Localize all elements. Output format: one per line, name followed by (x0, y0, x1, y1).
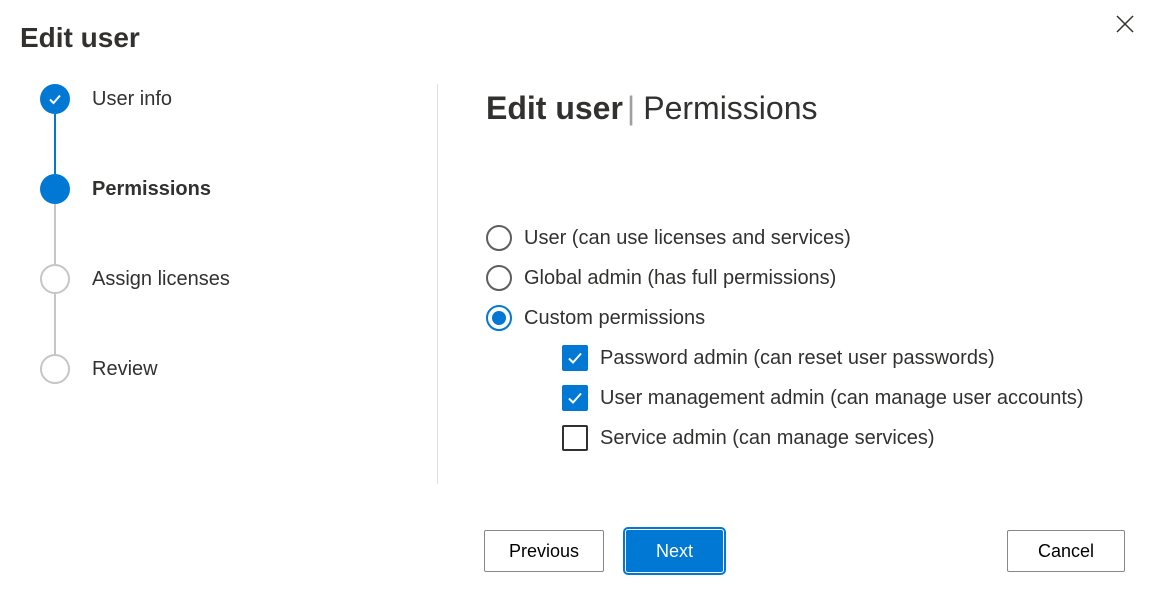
step-review[interactable]: Review (40, 354, 437, 384)
heading-prefix: Edit user (486, 90, 623, 126)
radio-icon (486, 225, 512, 251)
radio-label: Global admin (has full permissions) (524, 267, 836, 290)
checkbox-password-admin[interactable]: Password admin (can reset user passwords… (562, 345, 1125, 371)
heading-section: Permissions (643, 90, 817, 126)
cancel-button[interactable]: Cancel (1007, 530, 1125, 572)
checkmark-icon (47, 91, 63, 107)
radio-icon (486, 305, 512, 331)
step-label: User info (92, 88, 172, 111)
step-pending-icon (40, 354, 70, 384)
checkbox-icon (562, 345, 588, 371)
radio-label: User (can use licenses and services) (524, 227, 851, 250)
checkbox-icon (562, 385, 588, 411)
step-connector (54, 114, 56, 174)
checkbox-user-management-admin[interactable]: User management admin (can manage user a… (562, 385, 1125, 411)
radio-global-admin[interactable]: Global admin (has full permissions) (486, 265, 1125, 291)
radio-icon (486, 265, 512, 291)
previous-button[interactable]: Previous (484, 530, 604, 572)
radio-custom-permissions[interactable]: Custom permissions (486, 305, 1125, 331)
checkbox-label: Password admin (can reset user passwords… (600, 347, 995, 370)
dialog-footer: Previous Next Cancel (484, 530, 1125, 572)
step-connector (54, 294, 56, 354)
page-heading: Edit user|Permissions (486, 90, 1125, 127)
step-user-info[interactable]: User info (40, 84, 437, 114)
step-label: Permissions (92, 178, 211, 201)
step-label: Assign licenses (92, 268, 230, 291)
checkmark-icon (566, 389, 584, 407)
checkbox-service-admin[interactable]: Service admin (can manage services) (562, 425, 1125, 451)
dialog-title: Edit user (0, 0, 1155, 54)
checkbox-icon (562, 425, 588, 451)
close-button[interactable] (1113, 12, 1137, 36)
step-completed-icon (40, 84, 70, 114)
close-icon (1116, 15, 1134, 33)
step-label: Review (92, 358, 158, 381)
wizard-steps: User info Permissions Assign licenses Re… (0, 84, 438, 484)
custom-permissions-group: Password admin (can reset user passwords… (562, 345, 1125, 451)
step-permissions[interactable]: Permissions (40, 174, 437, 204)
radio-user[interactable]: User (can use licenses and services) (486, 225, 1125, 251)
step-assign-licenses[interactable]: Assign licenses (40, 264, 437, 294)
permission-options: User (can use licenses and services) Glo… (486, 225, 1125, 451)
step-current-icon (40, 174, 70, 204)
checkmark-icon (566, 349, 584, 367)
next-button[interactable]: Next (626, 530, 723, 572)
step-connector (54, 204, 56, 264)
checkbox-label: Service admin (can manage services) (600, 427, 935, 450)
checkbox-label: User management admin (can manage user a… (600, 387, 1084, 410)
heading-separator: | (627, 90, 635, 126)
step-pending-icon (40, 264, 70, 294)
radio-label: Custom permissions (524, 307, 705, 330)
